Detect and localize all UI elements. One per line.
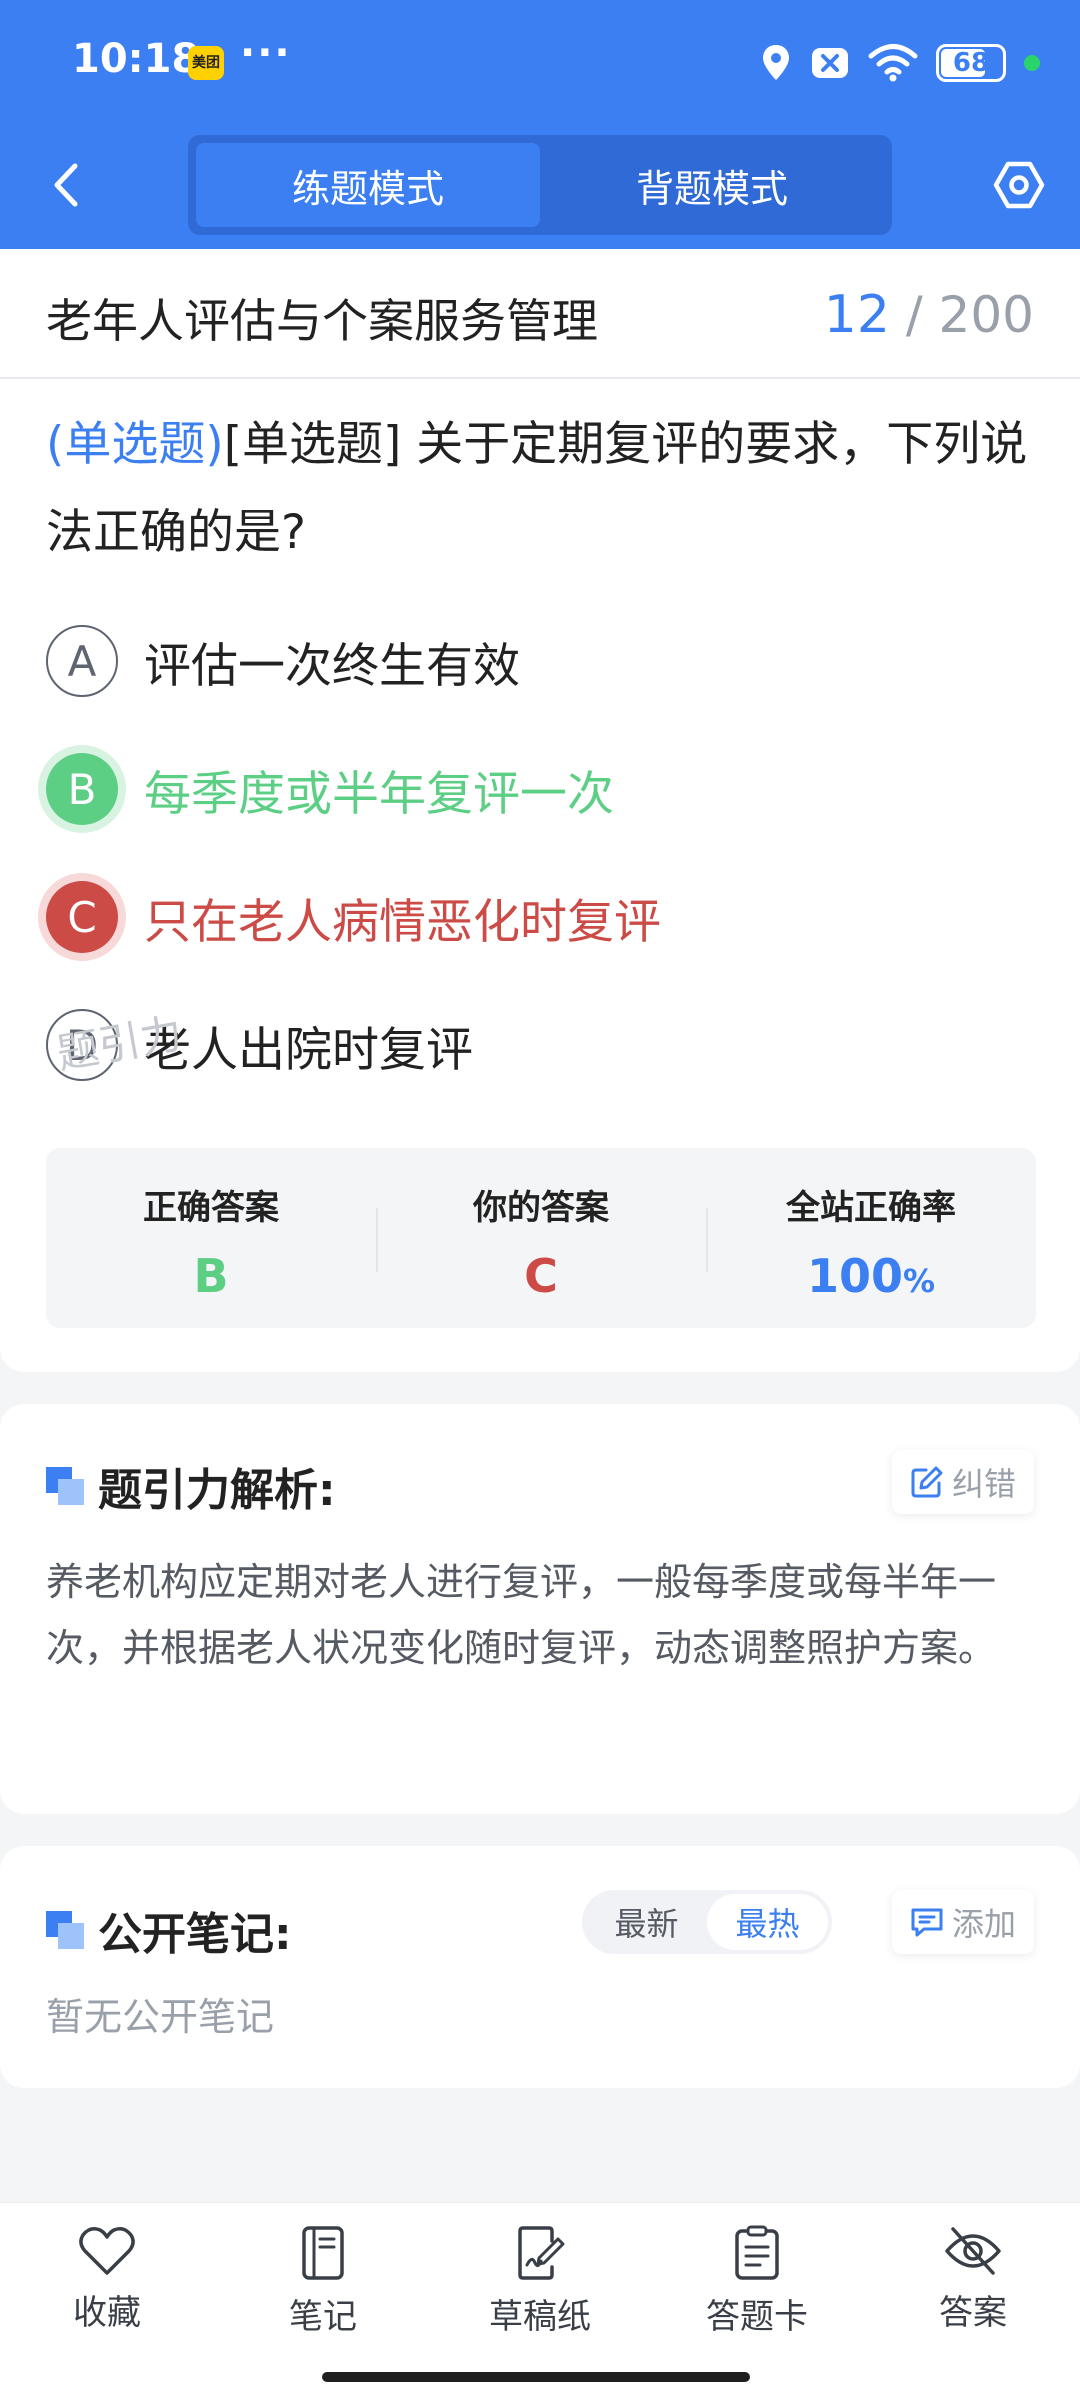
chevron-left-icon: [54, 163, 78, 207]
status-bar: 10:18 美团 ··· 68: [0, 0, 1080, 125]
nav-answer[interactable]: 答案: [888, 2225, 1058, 2334]
settings-button[interactable]: [984, 148, 1054, 222]
notes-title: 公开笔记:: [98, 1909, 292, 1960]
nav-answer-label: 答案: [939, 2293, 1007, 2333]
your-answer-label: 你的答案: [473, 1188, 609, 1228]
wifi-icon: [868, 44, 918, 82]
green-dot-indicator: [1024, 55, 1040, 71]
public-notes-card: 公开笔记: 最新 最热 添加 暂无公开笔记: [0, 1846, 1080, 2088]
mute-icon: [812, 48, 848, 78]
back-button[interactable]: [36, 150, 96, 220]
option-a[interactable]: A 评估一次终生有效: [46, 616, 520, 706]
status-time: 10:18: [72, 36, 200, 82]
notes-sort-toggle: 最新 最热: [582, 1890, 832, 1954]
option-c[interactable]: C 只在老人病情恶化时复评: [46, 872, 661, 962]
option-d-text: 老人出院时复评: [144, 1022, 473, 1078]
notebook-icon: [302, 2226, 344, 2280]
analysis-title: 题引力解析:: [98, 1465, 336, 1516]
add-note-label: 添加: [951, 1905, 1016, 1943]
battery-level: 68: [952, 48, 990, 78]
report-error-label: 纠错: [951, 1465, 1016, 1503]
accuracy-rate-number: 100: [806, 1249, 903, 1303]
answer-summary: 正确答案 B 你的答案 C 全站正确率 100%: [46, 1148, 1036, 1328]
question-counter: 12 / 200: [824, 285, 1034, 345]
comment-icon: [911, 1908, 943, 1937]
sort-hottest[interactable]: 最热: [707, 1894, 828, 1950]
question-card: 老年人评估与个案服务管理 12 / 200 (单选题)[单选题] 关于定期复评的…: [0, 249, 1080, 1372]
option-a-key: A: [46, 625, 118, 697]
add-note-button[interactable]: 添加: [891, 1890, 1034, 1954]
question-text: (单选题)[单选题] 关于定期复评的要求，下列说法正确的是?: [46, 401, 1036, 577]
nav-favorite-label: 收藏: [73, 2293, 141, 2333]
top-header: 10:18 美团 ··· 68 练题模式 背题模式: [0, 0, 1080, 249]
question-title-row: 老年人评估与个案服务管理 12 / 200: [0, 249, 1080, 379]
nav-notes-label: 笔记: [289, 2297, 357, 2337]
option-c-text: 只在老人病情恶化时复评: [144, 894, 661, 950]
analysis-header: 题引力解析:: [46, 1454, 336, 1518]
nav-draft-paper[interactable]: 草稿纸: [455, 2225, 625, 2338]
status-icons: 68: [760, 38, 1040, 88]
eye-off-icon: [945, 2227, 1001, 2275]
your-answer-block: 你的答案 C: [376, 1148, 706, 1328]
accuracy-rate-unit: %: [902, 1262, 936, 1300]
nav-answer-sheet-label: 答题卡: [706, 2297, 808, 2337]
option-b-key: B: [46, 753, 118, 825]
option-b-text: 每季度或半年复评一次: [144, 766, 614, 822]
current-question-number: 12: [823, 285, 890, 345]
correct-answer-block: 正确答案 B: [46, 1148, 376, 1328]
accuracy-rate-value: 100%: [807, 1249, 935, 1303]
tab-recite-mode[interactable]: 背题模式: [540, 143, 884, 227]
total-questions: / 200: [905, 286, 1034, 344]
subject-title: 老年人评估与个案服务管理: [46, 294, 598, 348]
section-square-icon: [46, 1467, 84, 1505]
accuracy-rate-block: 全站正确率 100%: [706, 1148, 1036, 1328]
more-notifications-icon: ···: [240, 30, 292, 76]
nav-favorite[interactable]: 收藏: [22, 2225, 192, 2334]
location-icon: [763, 45, 789, 80]
sort-newest[interactable]: 最新: [586, 1894, 707, 1950]
heart-icon: [79, 2227, 135, 2275]
report-error-button[interactable]: 纠错: [891, 1450, 1034, 1514]
option-c-key: C: [46, 881, 118, 953]
option-b[interactable]: B 每季度或半年复评一次: [46, 744, 614, 834]
notes-header: 公开笔记:: [46, 1898, 292, 1962]
nav-draft-paper-label: 草稿纸: [489, 2297, 591, 2337]
nav-notes[interactable]: 笔记: [238, 2225, 408, 2338]
draft-paper-icon: [518, 2226, 565, 2280]
battery-icon: 68: [936, 44, 1006, 82]
option-a-text: 评估一次终生有效: [144, 638, 520, 694]
notes-empty-text: 暂无公开笔记: [46, 1995, 275, 2039]
nav-answer-sheet[interactable]: 答题卡: [672, 2225, 842, 2338]
answer-sheet-icon: [735, 2225, 779, 2280]
tab-practice-mode[interactable]: 练题模式: [196, 143, 540, 227]
section-square-icon: [46, 1911, 84, 1949]
mode-switch: 练题模式 背题模式: [188, 135, 892, 235]
home-indicator[interactable]: [322, 2372, 750, 2382]
edit-icon: [911, 1466, 943, 1498]
correct-answer-label: 正确答案: [143, 1188, 279, 1228]
accuracy-rate-label: 全站正确率: [786, 1188, 956, 1228]
meituan-notification-icon: 美团: [188, 46, 224, 80]
your-answer-value: C: [524, 1249, 558, 1303]
question-type-tag: (单选题): [46, 417, 224, 472]
analysis-text: 养老机构应定期对老人进行复评，一般每季度或每半年一次，并根据老人状况变化随时复评…: [46, 1560, 997, 1670]
settings-hexagon-icon: [993, 161, 1045, 209]
correct-answer-value: B: [193, 1249, 229, 1303]
analysis-card: 题引力解析: 纠错 养老机构应定期对老人进行复评，一般每季度或每半年一次，并根据…: [0, 1404, 1080, 1814]
bottom-nav: 收藏 笔记 草稿纸 答题卡 答案: [0, 2202, 1080, 2400]
